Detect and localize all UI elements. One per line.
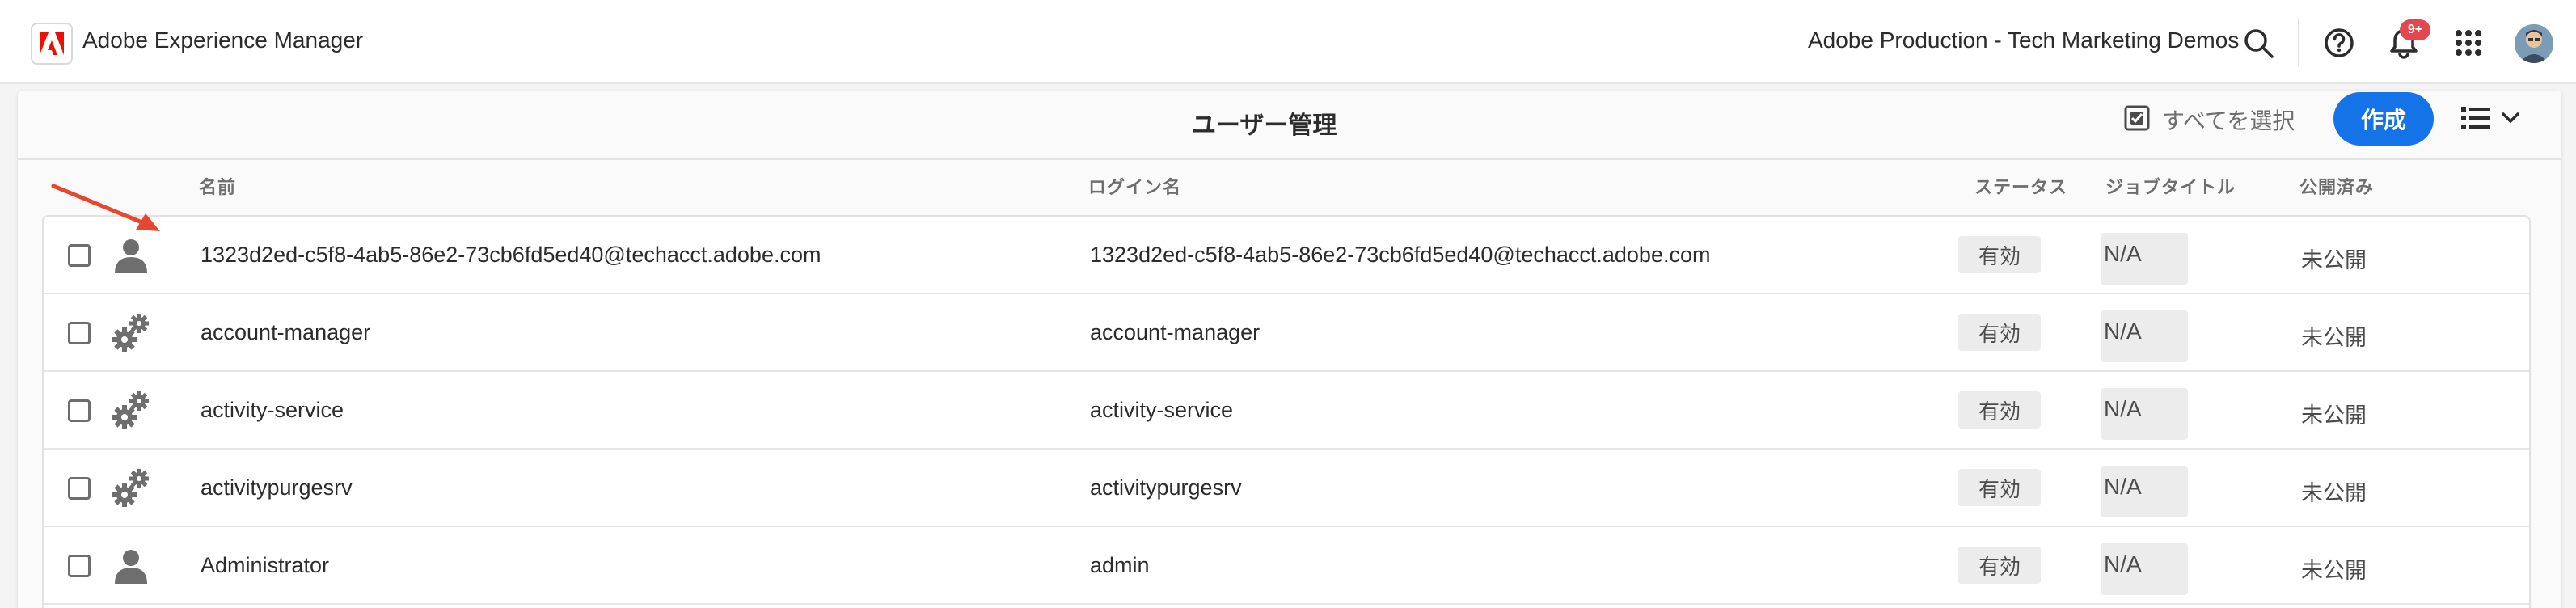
status-badge: 有効 — [1958, 391, 2041, 429]
status-badge: 有効 — [1958, 236, 2041, 273]
published-status: 未公開 — [2301, 248, 2367, 272]
table-row[interactable]: Administrator admin 有効 N/A 未公開 — [44, 527, 2529, 605]
create-button[interactable]: 作成 — [2333, 92, 2434, 146]
row-login: activity-service — [1090, 398, 1234, 422]
published-status: 未公開 — [2301, 326, 2367, 350]
page-title: ユーザー管理 — [1192, 112, 1337, 139]
row-login: activitypurgesrv — [1090, 475, 1242, 500]
row-name[interactable]: Administrator — [201, 553, 329, 578]
status-badge: 有効 — [1958, 469, 2041, 506]
select-all-checkbox-icon — [2123, 104, 2151, 136]
service-gears-icon — [108, 388, 154, 433]
select-all-label: すべてを選択 — [2162, 108, 2295, 133]
avatar[interactable] — [2515, 24, 2553, 63]
row-checkbox[interactable] — [68, 555, 91, 577]
row-login: account-manager — [1090, 320, 1261, 344]
list-view-icon — [2461, 105, 2490, 135]
row-name[interactable]: 1323d2ed-c5f8-4ab5-86e2-73cb6fd5ed40@tec… — [201, 243, 821, 268]
row-checkbox[interactable] — [68, 399, 91, 422]
row-checkbox[interactable] — [68, 322, 91, 344]
search-icon[interactable] — [2240, 24, 2277, 61]
help-icon[interactable] — [2321, 24, 2358, 61]
row-login: admin — [1090, 553, 1150, 577]
published-status: 未公開 — [2301, 403, 2367, 428]
table-row[interactable]: activity-service activity-service 有効 N/A… — [44, 372, 2529, 450]
shell-divider — [2298, 18, 2299, 66]
row-name[interactable]: account-manager — [201, 320, 370, 345]
apps-grid-icon[interactable] — [2450, 24, 2487, 61]
annotation-arrow — [49, 176, 170, 242]
shell-bar: Adobe Experience Manager Adobe Productio… — [0, 0, 2576, 84]
column-header-published[interactable]: 公開済み — [2299, 173, 2374, 199]
status-badge: 有効 — [1958, 547, 2041, 584]
table-row[interactable]: activitypurgesrv activitypurgesrv 有効 N/A… — [44, 450, 2529, 527]
service-gears-icon — [108, 310, 154, 356]
column-header-job-title[interactable]: ジョブタイトル — [2105, 173, 2236, 199]
column-header-login[interactable]: ログイン名 — [1088, 173, 1181, 199]
job-title-cell: N/A — [2101, 543, 2188, 595]
app-title[interactable]: Adobe Experience Manager — [82, 27, 363, 53]
row-name[interactable]: activitypurgesrv — [201, 475, 353, 500]
table-row[interactable]: 1323d2ed-c5f8-4ab5-86e2-73cb6fd5ed40@tec… — [44, 217, 2529, 294]
row-checkbox[interactable] — [68, 244, 91, 267]
table-row[interactable]: account-manager account-manager 有効 N/A 未… — [44, 294, 2529, 372]
column-header-status[interactable]: ステータス — [1974, 173, 2067, 199]
job-title-cell: N/A — [2101, 466, 2188, 517]
job-title-cell: N/A — [2101, 388, 2188, 440]
chevron-down-icon — [2502, 112, 2519, 128]
notification-badge: 9+ — [2400, 19, 2430, 40]
column-header-name[interactable]: 名前 — [199, 173, 236, 199]
service-gears-icon — [108, 466, 154, 511]
row-login: 1323d2ed-c5f8-4ab5-86e2-73cb6fd5ed40@tec… — [1090, 243, 1711, 267]
published-status: 未公開 — [2301, 559, 2367, 583]
job-title-cell: N/A — [2101, 310, 2188, 362]
users-table: 1323d2ed-c5f8-4ab5-86e2-73cb6fd5ed40@tec… — [42, 215, 2531, 608]
status-badge: 有効 — [1958, 314, 2041, 351]
row-name[interactable]: activity-service — [201, 398, 344, 423]
view-switcher[interactable] — [2461, 102, 2519, 137]
org-switcher[interactable]: Adobe Production - Tech Marketing Demos — [1808, 27, 2239, 53]
row-checkbox[interactable] — [68, 477, 91, 500]
adobe-logo-icon[interactable] — [31, 23, 73, 65]
select-all-button[interactable]: すべてを選択 — [2123, 102, 2295, 137]
job-title-cell: N/A — [2101, 233, 2188, 285]
user-icon — [108, 543, 154, 589]
published-status: 未公開 — [2301, 481, 2367, 505]
